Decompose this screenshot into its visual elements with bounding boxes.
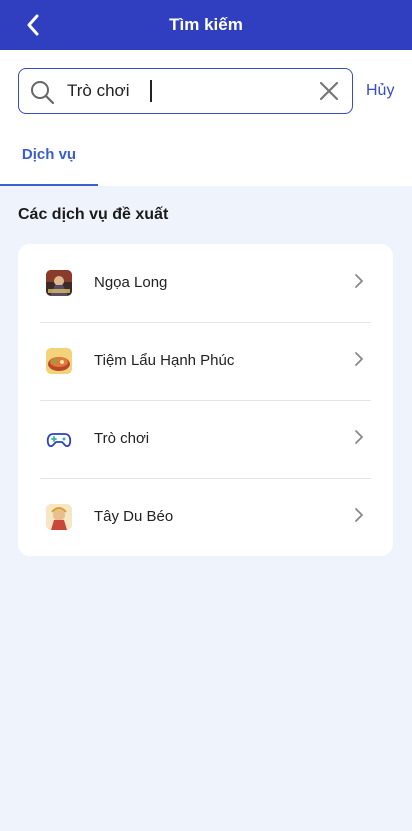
gamepad-icon xyxy=(46,426,72,452)
chevron-right-icon xyxy=(355,430,363,444)
chevron-right-icon xyxy=(355,274,363,288)
close-icon[interactable] xyxy=(318,80,340,102)
text-cursor xyxy=(150,80,152,102)
search-icon xyxy=(31,81,55,105)
search-box[interactable] xyxy=(18,68,353,114)
chevron-left-icon xyxy=(27,14,39,36)
search-input[interactable] xyxy=(67,77,297,105)
back-button[interactable] xyxy=(18,10,48,40)
list-item[interactable]: Tiệm Lẩu Hạnh Phúc xyxy=(18,322,393,400)
list-item-label: Tiệm Lẩu Hạnh Phúc xyxy=(94,352,235,369)
tab-active-indicator xyxy=(0,184,98,186)
list-item[interactable]: Ngọa Long xyxy=(18,244,393,322)
list-item-label: Ngọa Long xyxy=(94,274,168,291)
ngoa-long-game-icon xyxy=(46,270,72,296)
section-title: Các dịch vụ đề xuất xyxy=(18,206,169,223)
tay-du-game-icon xyxy=(46,504,72,530)
app-header: Tìm kiếm xyxy=(0,0,412,50)
services-list: Ngọa Long Tiệm Lẩu Hạnh Phúc Trò chơi Tâ… xyxy=(18,244,393,556)
tab-services[interactable]: Dịch vụ xyxy=(0,146,98,186)
cancel-button[interactable]: Hủy xyxy=(366,82,394,100)
list-item[interactable]: Tây Du Béo xyxy=(18,478,393,556)
list-item-label: Trò chơi xyxy=(94,430,150,447)
chevron-right-icon xyxy=(355,352,363,366)
tab-label: Dịch vụ xyxy=(21,146,77,163)
list-item[interactable]: Trò chơi xyxy=(18,400,393,478)
search-area: Hủy Dịch vụ xyxy=(0,50,412,186)
list-item-label: Tây Du Béo xyxy=(94,508,174,525)
hotpot-game-icon xyxy=(46,348,72,374)
page-title: Tìm kiếm xyxy=(169,15,243,34)
chevron-right-icon xyxy=(355,508,363,522)
